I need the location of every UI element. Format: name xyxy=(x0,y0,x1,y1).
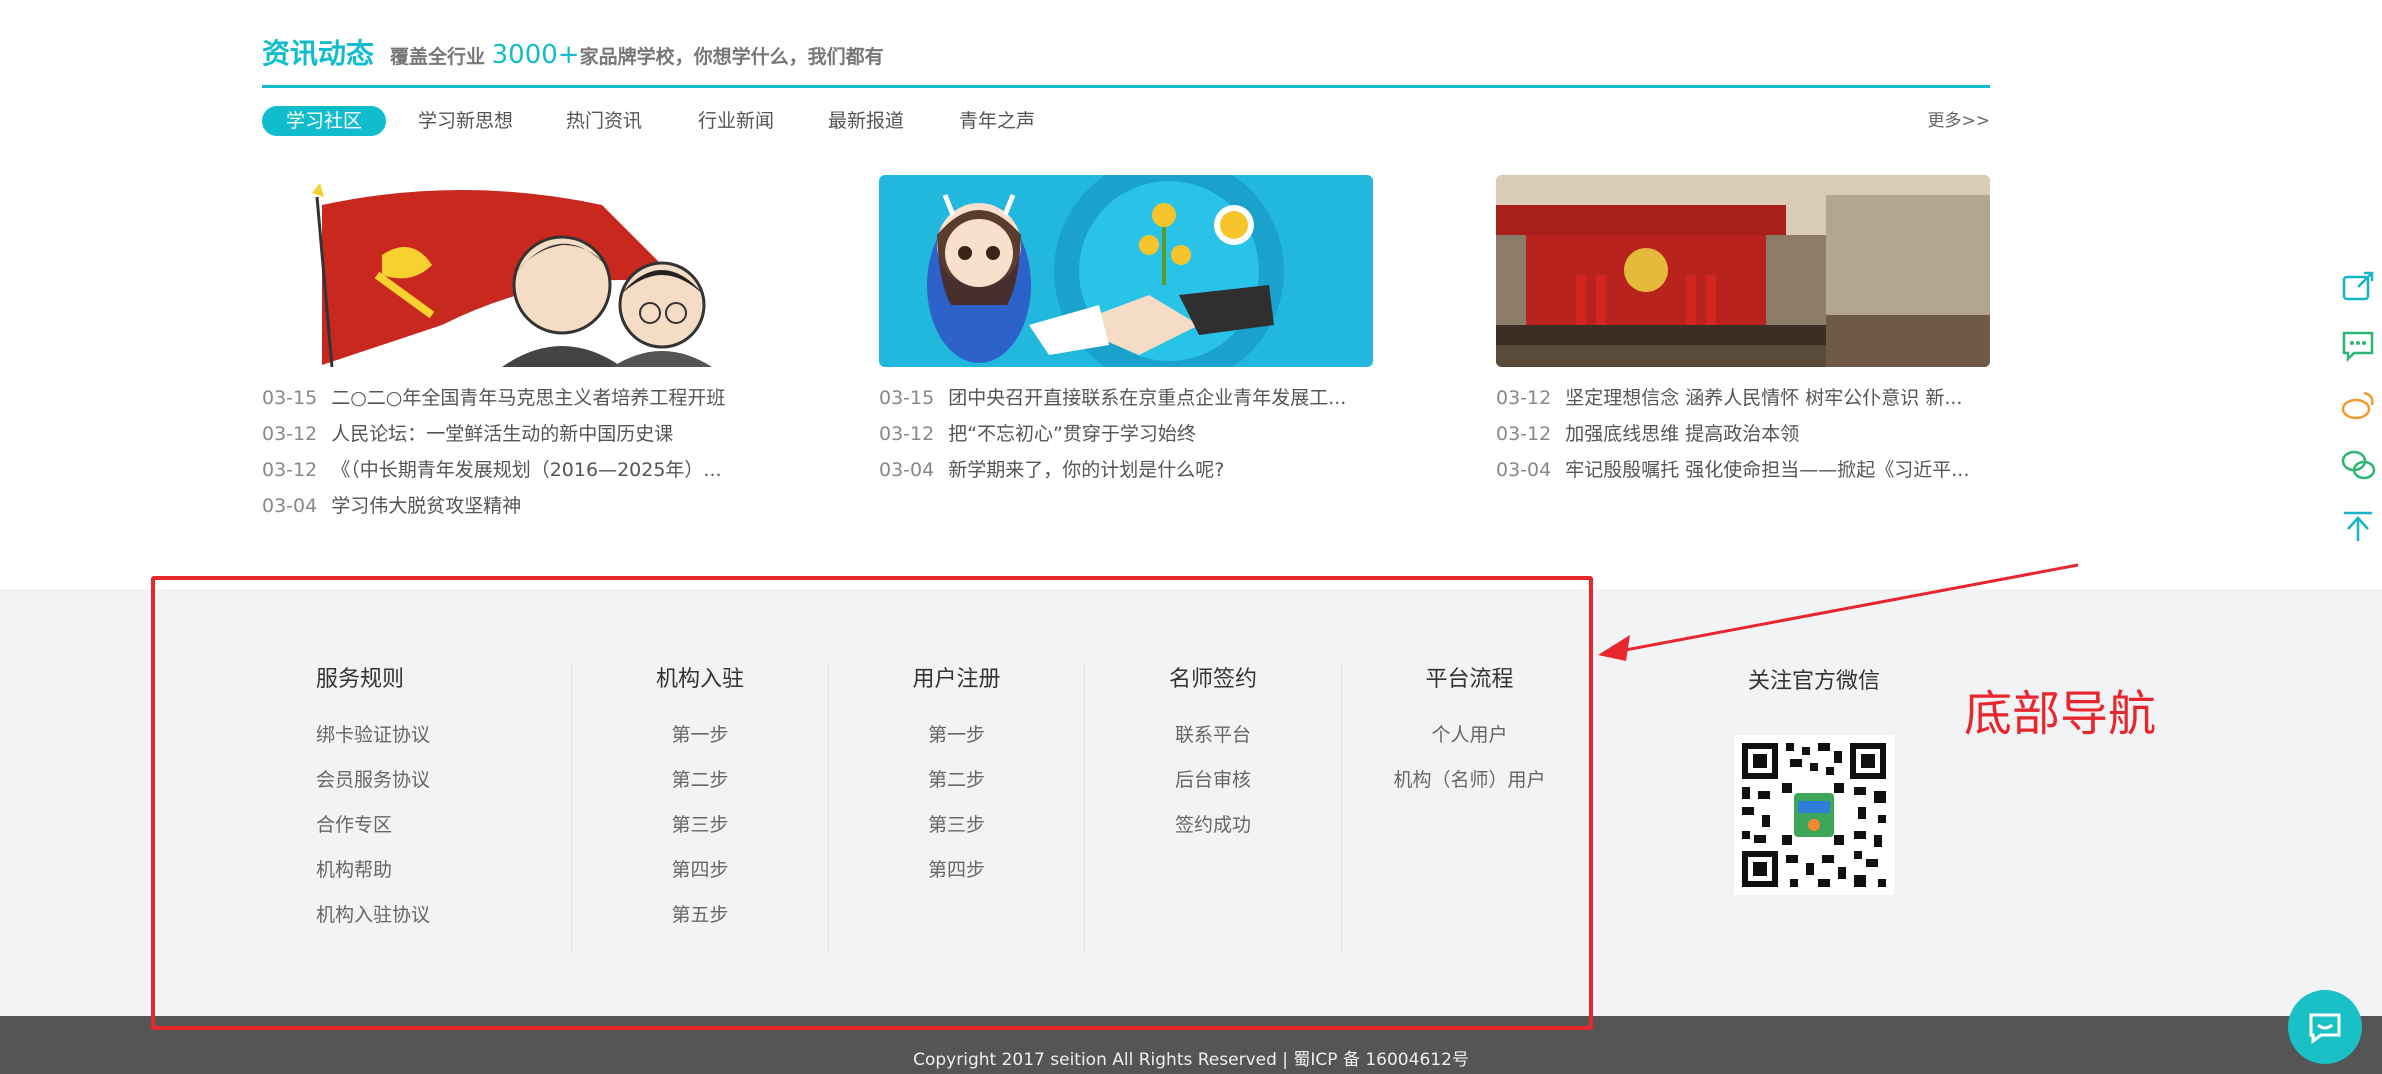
news-list-2: 03-15 团中央召开直接联系在京重点企业青年发展工... 03-12 把“不忘初心… xyxy=(879,380,1373,488)
list-item[interactable]: 03-04 学习伟大脱贫攻坚精神 xyxy=(262,488,756,524)
news-image-handshake[interactable] xyxy=(879,175,1373,367)
online-chat-button[interactable] xyxy=(2288,990,2362,1064)
list-item[interactable]: 03-12 把“不忘初心”贯穿于学习始终 xyxy=(879,416,1373,452)
annotation-label: 底部导航 xyxy=(1964,686,2157,742)
news-title: 资讯动态 xyxy=(262,37,375,70)
tab-new-thought[interactable]: 学习新思想 xyxy=(418,106,513,136)
list-item[interactable]: 03-12 人民论坛：一堂鲜活生动的新中国历史课 xyxy=(262,416,756,452)
news-subtitle: 覆盖全行业 3000+家品牌学校，你想学什么，我们都有 xyxy=(390,40,884,70)
copyright-text: Copyright 2017 seition All Rights Reserv… xyxy=(913,1050,1469,1070)
back-to-top-icon[interactable] xyxy=(2340,495,2382,555)
tab-latest-reports[interactable]: 最新报道 xyxy=(828,106,904,136)
annotation-arrow-icon xyxy=(1598,563,2079,661)
news-list-3: 03-12 坚定理想信念 涵养人民情怀 树牢公仆意识 新... 03-12 加强底线… xyxy=(1496,380,1990,488)
tab-industry-news[interactable]: 行业新闻 xyxy=(698,106,774,136)
list-item[interactable]: 03-04 新学期来了，你的计划是什么呢? xyxy=(879,452,1373,488)
list-item[interactable]: 03-12 加强底线思维 提高政治本领 xyxy=(1496,416,1990,452)
news-image-conference-hall[interactable] xyxy=(1496,175,1990,367)
tab-study-community[interactable]: 学习社区 xyxy=(262,106,386,136)
subtitle-number: 3000+ xyxy=(491,40,580,70)
more-link[interactable]: 更多>> xyxy=(1928,106,1991,136)
wechat-follow-title: 关注官方微信 xyxy=(1748,669,1881,694)
weibo-icon[interactable] xyxy=(2340,375,2382,435)
list-item[interactable]: 03-15 二○二○年全国青年马克思主义者培养工程开班 xyxy=(262,380,756,416)
chat-icon xyxy=(2309,1013,2341,1044)
tab-hot-news[interactable]: 热门资讯 xyxy=(566,106,642,136)
news-header: 资讯动态 覆盖全行业 3000+家品牌学校，你想学什么，我们都有 xyxy=(262,28,1990,88)
side-toolbar xyxy=(2340,255,2382,555)
list-item[interactable]: 03-12 坚定理想信念 涵养人民情怀 树牢公仆意识 新... xyxy=(1496,380,1990,416)
subtitle-pre: 覆盖全行业 xyxy=(390,46,486,68)
news-tabs: 学习社区 学习新思想 热门资讯 行业新闻 最新报道 青年之声 更多>> xyxy=(262,106,1990,136)
list-item[interactable]: 03-04 牢记殷殷嘱托 强化使命担当——掀起《习近平... xyxy=(1496,452,1990,488)
list-item[interactable]: 03-15 团中央召开直接联系在京重点企业青年发展工... xyxy=(879,380,1373,416)
share-icon[interactable] xyxy=(2340,255,2382,315)
subtitle-post: 家品牌学校，你想学什么，我们都有 xyxy=(579,46,884,68)
tab-youth-voice[interactable]: 青年之声 xyxy=(959,106,1035,136)
message-icon[interactable] xyxy=(2340,315,2382,375)
news-image-party-flag[interactable] xyxy=(262,175,756,367)
annotation-highlight-box xyxy=(151,576,1593,1030)
news-list-1: 03-15 二○二○年全国青年马克思主义者培养工程开班 03-12 人民论坛：一堂鲜… xyxy=(262,380,756,524)
page: 资讯动态 覆盖全行业 3000+家品牌学校，你想学什么，我们都有 学习社区 学习… xyxy=(0,0,2382,1074)
wechat-icon[interactable] xyxy=(2340,435,2382,495)
list-item[interactable]: 03-12 《（中长期青年发展规划（2016—2025年）... xyxy=(262,452,756,488)
wechat-qr-code xyxy=(1734,735,1894,895)
